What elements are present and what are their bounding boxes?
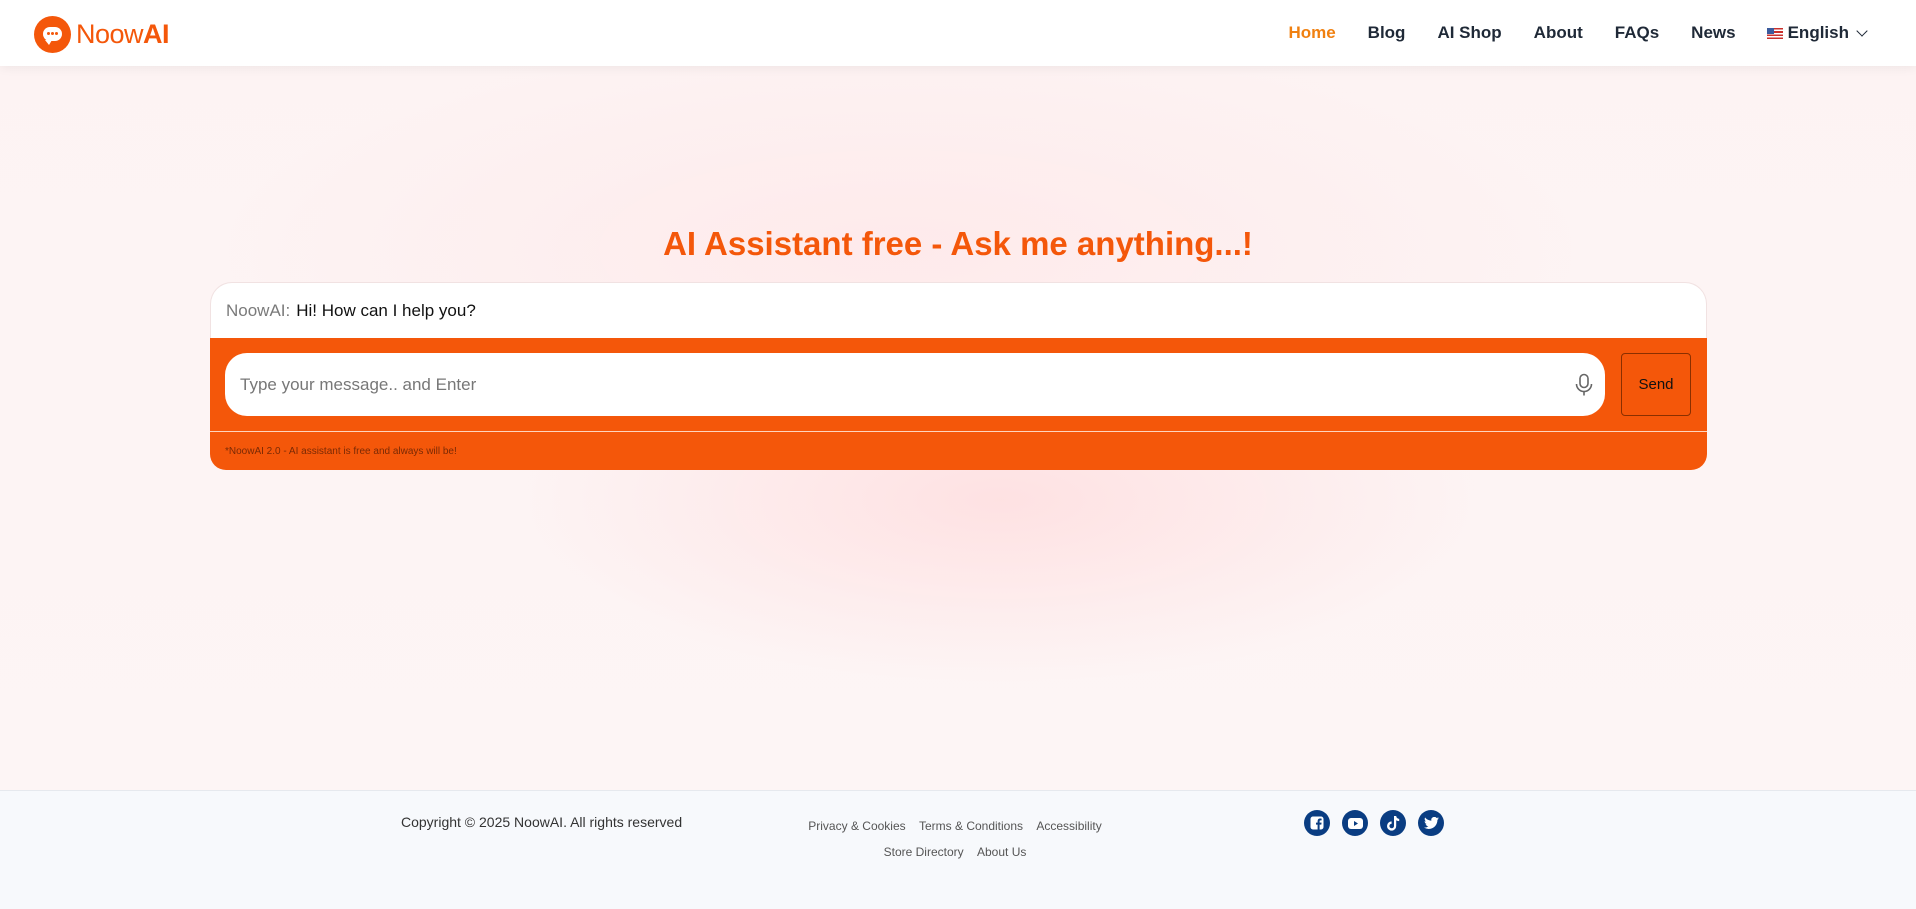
chat-bubble-logo-icon [34, 15, 71, 53]
page-title: AI Assistant free - Ask me anything...! [663, 225, 1253, 262]
social-links [1304, 810, 1444, 836]
panel-divider [210, 431, 1707, 432]
free-note: *NoowAI 2.0 - AI assistant is free and a… [225, 446, 457, 457]
chevron-down-icon [1856, 24, 1868, 37]
twitter-icon[interactable] [1418, 810, 1444, 836]
microphone-icon[interactable] [1573, 373, 1595, 397]
chat-input-panel: Send *NoowAI 2.0 - AI assistant is free … [210, 338, 1707, 470]
nav-ai-shop[interactable]: AI Shop [1437, 23, 1501, 43]
site-footer: Copyright © 2025 NoowAI. All rights rese… [0, 790, 1916, 909]
footer-link-accessibility[interactable]: Accessibility [1036, 819, 1101, 833]
main-nav: Home Blog AI Shop About FAQs News Englis… [1256, 0, 1868, 66]
chat-message-area: NoowAI: Hi! How can I help you? [210, 282, 1707, 338]
language-selector[interactable]: English [1766, 23, 1868, 43]
language-label: English [1787, 23, 1849, 42]
nav-faqs[interactable]: FAQs [1615, 23, 1659, 43]
top-nav-bar: NoowAI Home Blog AI Shop About FAQs News… [0, 0, 1916, 66]
bot-message: Hi! How can I help you? [296, 300, 476, 320]
nav-about[interactable]: About [1534, 23, 1583, 43]
send-button[interactable]: Send [1621, 353, 1691, 416]
nav-blog[interactable]: Blog [1368, 23, 1406, 43]
us-flag-icon [1766, 27, 1783, 39]
brand-logo[interactable]: NoowAI [34, 15, 170, 53]
brand-name: NoowAI [76, 18, 170, 49]
bot-label: NoowAI: [226, 300, 291, 320]
tiktok-icon[interactable] [1380, 810, 1406, 836]
youtube-icon[interactable] [1342, 810, 1368, 836]
chat-widget: NoowAI: Hi! How can I help you? Send *No… [210, 282, 1707, 470]
copyright-text: Copyright © 2025 NoowAI. All rights rese… [401, 814, 683, 830]
message-input-wrapper [225, 353, 1605, 416]
message-input[interactable] [240, 353, 1540, 416]
footer-links: Privacy & Cookies Terms & Conditions Acc… [800, 813, 1110, 865]
nav-home[interactable]: Home [1288, 23, 1335, 43]
facebook-icon[interactable] [1304, 810, 1330, 836]
footer-link-privacy[interactable]: Privacy & Cookies [808, 819, 905, 833]
footer-link-store-directory[interactable]: Store Directory [884, 845, 964, 859]
footer-link-about-us[interactable]: About Us [977, 845, 1026, 859]
footer-link-terms[interactable]: Terms & Conditions [919, 819, 1023, 833]
nav-news[interactable]: News [1691, 23, 1735, 43]
